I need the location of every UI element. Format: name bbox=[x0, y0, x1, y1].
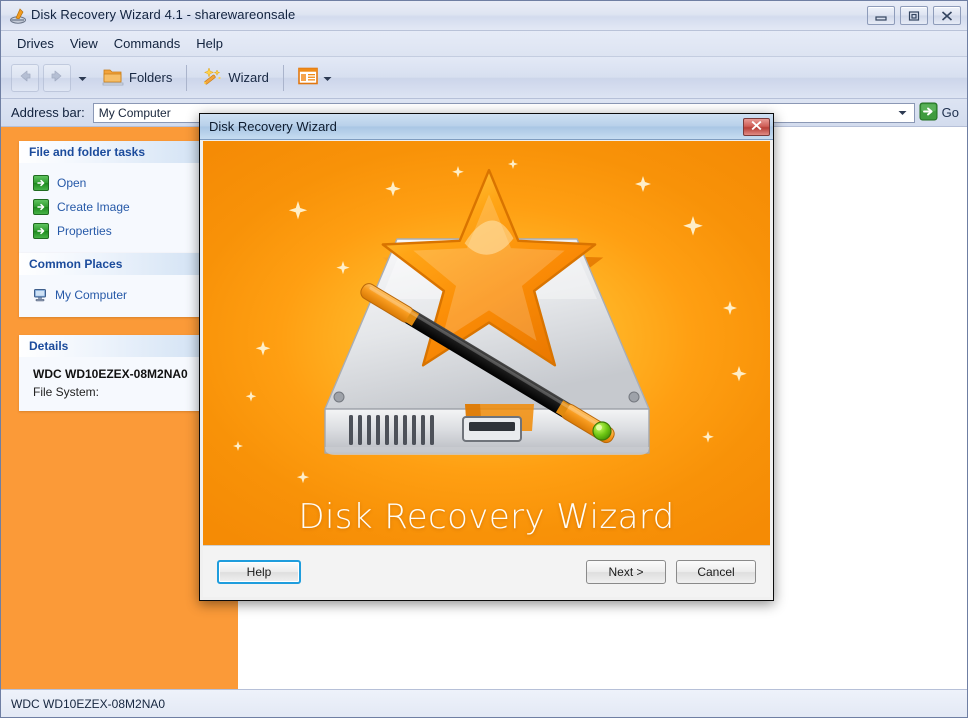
menu-item-commands[interactable]: Commands bbox=[106, 33, 188, 54]
dialog-close-button[interactable] bbox=[743, 117, 770, 136]
panel-file-and-folder-tasks: File and folder tasks Open Create Image bbox=[19, 141, 217, 253]
disk-recovery-app-icon bbox=[9, 7, 27, 25]
sidebar-place-my-computer[interactable]: My Computer bbox=[19, 283, 217, 307]
dialog-splash-image: Disk Recovery Wizard bbox=[203, 141, 770, 571]
cancel-button[interactable]: Cancel bbox=[676, 559, 756, 584]
wizard-label: Wizard bbox=[228, 70, 269, 85]
address-bar-label: Address bar: bbox=[11, 105, 85, 120]
minimize-button[interactable] bbox=[867, 6, 895, 25]
panel-header[interactable]: Common Places bbox=[19, 253, 217, 275]
panel-body: WDC WD10EZEX-08M2NA0 File System: bbox=[19, 357, 217, 411]
menu-item-help[interactable]: Help bbox=[188, 33, 231, 54]
menu-item-view[interactable]: View bbox=[62, 33, 106, 54]
folders-button[interactable]: Folders bbox=[95, 63, 179, 92]
menu-item-drives[interactable]: Drives bbox=[9, 33, 62, 54]
disk-recovery-wizard-dialog: Disk Recovery Wizard Disk Recovery Wizar… bbox=[199, 113, 774, 601]
sidebar-task-create-image[interactable]: Create Image bbox=[19, 195, 217, 219]
panel-body: My Computer bbox=[19, 275, 217, 317]
green-arrow-go-icon bbox=[919, 102, 938, 124]
application-window: Disk Recovery Wizard 4.1 - sharewareonsa… bbox=[0, 0, 968, 718]
back-arrow-icon bbox=[16, 68, 34, 87]
wizard-button[interactable]: Wizard bbox=[194, 63, 275, 92]
address-input-value: My Computer bbox=[98, 105, 171, 120]
details-drive-model: WDC WD10EZEX-08M2NA0 bbox=[33, 367, 188, 381]
go-button[interactable]: Go bbox=[919, 102, 967, 124]
forward-button[interactable] bbox=[43, 63, 71, 92]
sidebar-task-label: Create Image bbox=[57, 200, 130, 214]
help-button[interactable]: Help bbox=[217, 559, 301, 584]
window-title-bar: Disk Recovery Wizard 4.1 - sharewareonsa… bbox=[1, 1, 967, 31]
panel-header[interactable]: Details bbox=[19, 335, 217, 357]
toolbar-separator bbox=[282, 64, 284, 91]
panel-body: Open Create Image Properties bbox=[19, 163, 217, 253]
status-bar-text: WDC WD10EZEX-08M2NA0 bbox=[11, 696, 166, 711]
my-computer-icon bbox=[33, 288, 47, 302]
history-dropdown-button[interactable] bbox=[75, 64, 89, 92]
window-title: Disk Recovery Wizard 4.1 - sharewareonsa… bbox=[31, 7, 296, 22]
toolbar: Folders Wizard bbox=[1, 57, 967, 99]
next-button[interactable]: Next > bbox=[586, 559, 666, 584]
sidebar-task-open[interactable]: Open bbox=[19, 171, 217, 195]
menu-bar: Drives View Commands Help bbox=[1, 31, 967, 57]
close-button[interactable] bbox=[933, 6, 961, 25]
panel-header[interactable]: File and folder tasks bbox=[19, 141, 217, 163]
green-arrow-icon bbox=[33, 175, 49, 191]
status-bar: WDC WD10EZEX-08M2NA0 bbox=[1, 689, 967, 717]
panel-title-details: Details bbox=[29, 339, 69, 353]
sidebar-task-properties[interactable]: Properties bbox=[19, 219, 217, 243]
sidebar-task-label: Properties bbox=[57, 224, 112, 238]
panel-title-file-and-folder-tasks: File and folder tasks bbox=[29, 145, 146, 159]
back-button[interactable] bbox=[11, 63, 39, 92]
toolbar-separator bbox=[186, 64, 188, 91]
panel-title-common-places: Common Places bbox=[29, 257, 123, 271]
restore-button[interactable] bbox=[900, 6, 928, 25]
dialog-title: Disk Recovery Wizard bbox=[209, 119, 337, 134]
views-caret[interactable] bbox=[323, 70, 332, 85]
dialog-button-bar: Help Next > Cancel bbox=[203, 545, 770, 597]
hard-drive-with-star-and-magic-wand-illustration bbox=[323, 168, 650, 455]
sidebar-task-label: Open bbox=[57, 176, 87, 190]
sidebar-place-label: My Computer bbox=[55, 288, 128, 302]
panel-details: Details WDC WD10EZEX-08M2NA0 File System… bbox=[19, 335, 217, 411]
window-controls bbox=[867, 6, 961, 25]
forward-arrow-icon bbox=[48, 68, 66, 87]
folders-label: Folders bbox=[129, 70, 173, 85]
green-arrow-icon bbox=[33, 223, 49, 239]
chevron-down-icon bbox=[78, 71, 87, 85]
views-list-icon bbox=[298, 67, 318, 88]
panel-common-places: Common Places My Computer bbox=[19, 253, 217, 317]
close-icon bbox=[750, 120, 763, 134]
dialog-title-bar: Disk Recovery Wizard bbox=[200, 114, 773, 140]
green-arrow-icon bbox=[33, 199, 49, 215]
address-dropdown-button[interactable] bbox=[895, 104, 911, 122]
details-file-system: File System: bbox=[33, 385, 100, 399]
magic-wand-icon bbox=[201, 66, 223, 89]
go-label: Go bbox=[941, 105, 959, 120]
folders-icon bbox=[102, 66, 124, 89]
splash-title: Disk Recovery Wizard bbox=[298, 497, 675, 537]
views-button[interactable] bbox=[291, 64, 339, 91]
